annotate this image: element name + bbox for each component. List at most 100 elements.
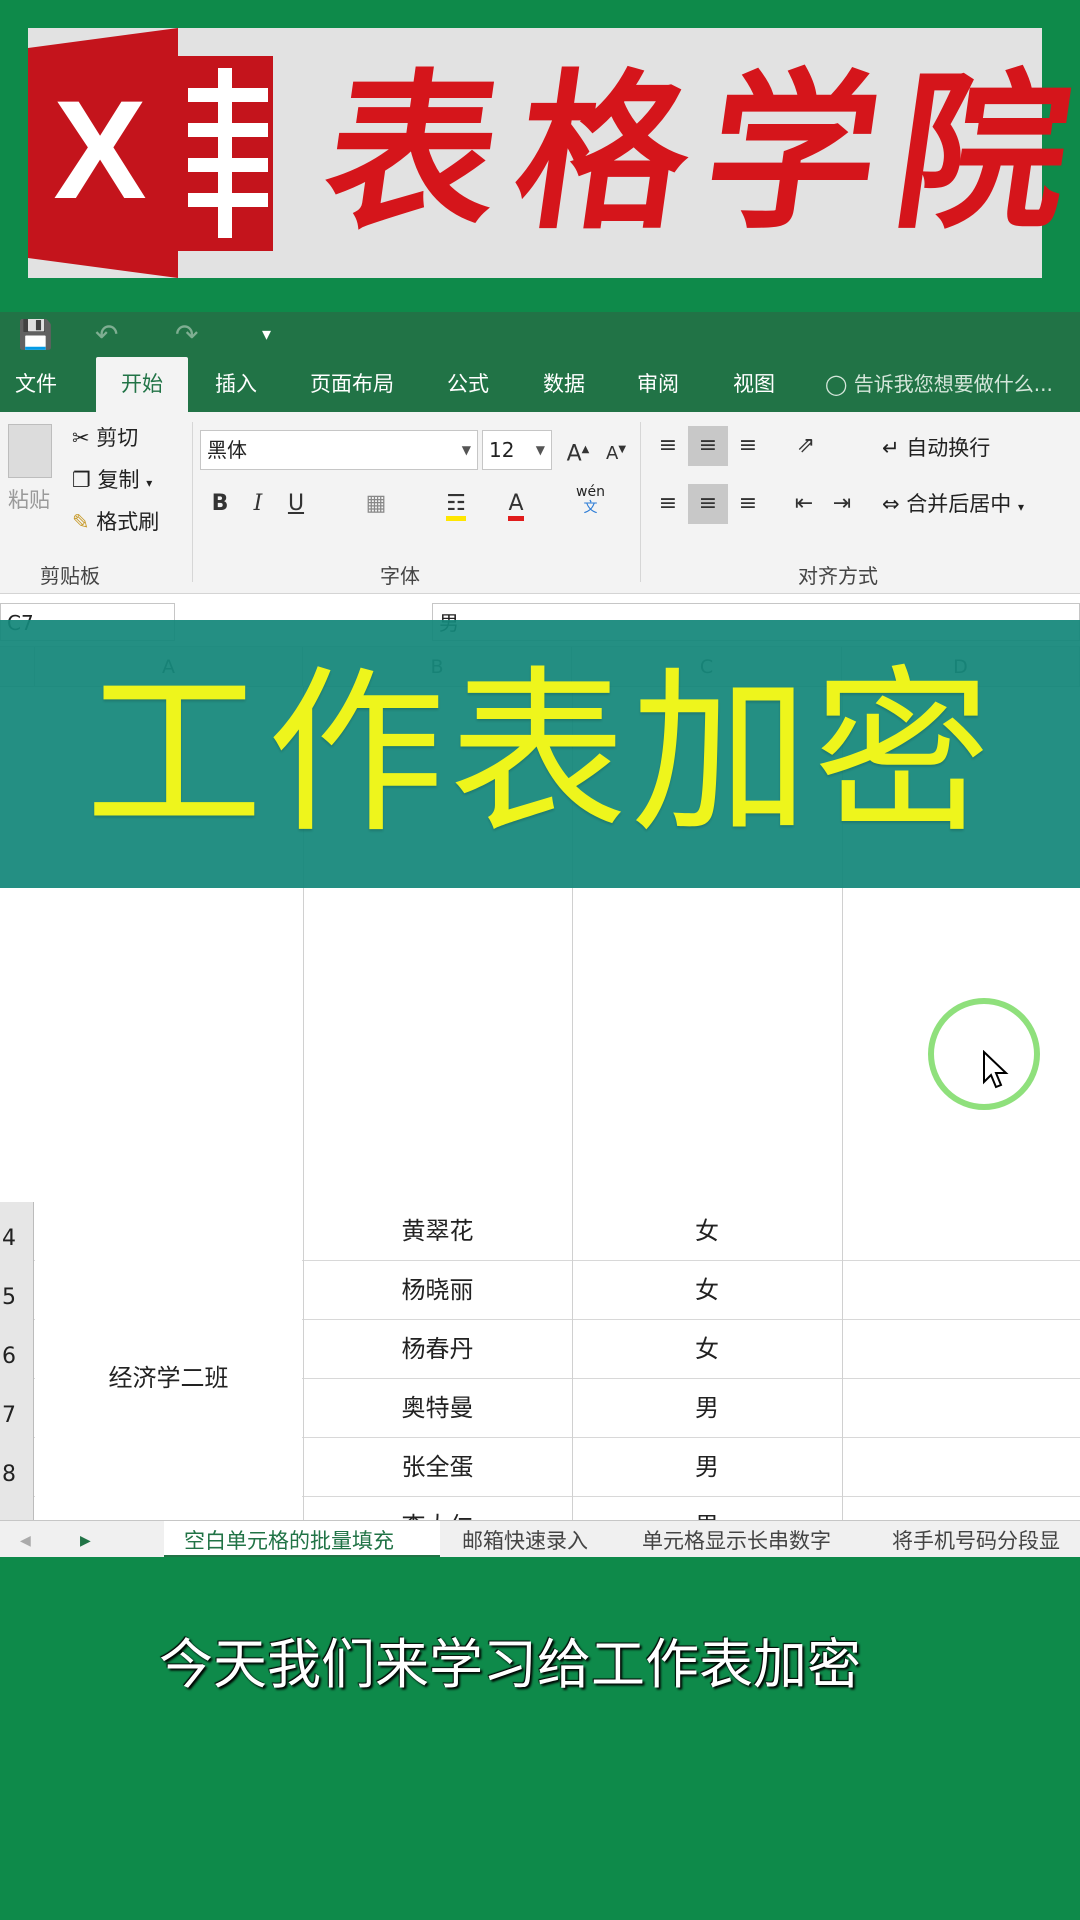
cell-gender[interactable]: 女 — [572, 1320, 842, 1379]
merge-icon: ⇔ — [882, 492, 900, 516]
copy-icon: ❐ — [72, 468, 91, 492]
sheet-tab-phone[interactable]: 将手机号码分段显 — [882, 1521, 1080, 1557]
excel-window: 💾 ↶ ↷ ▾ 文件 开始 插入 页面布局 公式 数据 审阅 视图 ◯ 告诉我您… — [0, 312, 1080, 1557]
cell-name[interactable]: 张全蛋 — [303, 1438, 572, 1497]
scroll-right-icon[interactable]: ▶ — [80, 1521, 120, 1557]
borders-icon[interactable]: ▦ — [356, 484, 396, 524]
cell-gender[interactable]: 男 — [572, 1438, 842, 1497]
cell-gender[interactable]: 女 — [572, 1202, 842, 1261]
merge-center-button[interactable]: ⇔ 合并后居中 ▾ — [882, 488, 1024, 518]
align-middle-icon[interactable]: ≡ — [688, 426, 728, 466]
mouse-cursor-icon — [983, 1050, 1009, 1089]
cell-gender[interactable]: 男 — [572, 1379, 842, 1438]
font-name-value: 黑体 — [207, 438, 247, 462]
quick-access-toolbar: 💾 ↶ ↷ ▾ — [0, 312, 1080, 357]
logo-letter: X — [53, 71, 146, 228]
row-header[interactable]: 4 — [0, 1202, 34, 1261]
phonetic-label: wén — [576, 484, 605, 500]
paste-icon[interactable] — [8, 424, 52, 478]
row-header[interactable]: 6 — [0, 1320, 34, 1379]
cell-name[interactable]: 黄翠花 — [303, 1202, 572, 1261]
copy-button[interactable]: ❐ 复制 ▾ — [72, 464, 152, 494]
brush-icon: ✎ — [72, 510, 90, 534]
merged-class-cell[interactable]: 经济学二班 — [35, 1202, 302, 1555]
class-label: 经济学二班 — [108, 1364, 229, 1392]
row-header[interactable]: 8 — [0, 1438, 34, 1497]
font-size-select[interactable]: 12 ▼ — [482, 430, 552, 470]
topic-title: 工作表加密 — [85, 650, 995, 857]
tab-view[interactable]: 视图 — [718, 357, 790, 412]
scroll-left-icon[interactable]: ◀ — [20, 1521, 60, 1557]
tell-me-box[interactable]: ◯ 告诉我您想要做什么... — [825, 357, 1053, 412]
merge-center-label: 合并后居中 — [906, 492, 1012, 516]
undo-icon[interactable]: ↶ — [95, 318, 118, 351]
cut-button[interactable]: ✂ 剪切 — [72, 422, 138, 452]
font-color-icon[interactable]: A — [496, 484, 536, 524]
fill-color-icon[interactable]: ☶ — [436, 484, 476, 524]
tab-review[interactable]: 审阅 — [622, 357, 694, 412]
lightbulb-icon: ◯ — [825, 372, 848, 396]
font-size-value: 12 — [489, 438, 515, 462]
align-right-icon[interactable]: ≡ — [728, 484, 768, 524]
scissors-icon: ✂ — [72, 426, 90, 450]
underline-button[interactable]: U — [276, 484, 316, 524]
font-name-select[interactable]: 黑体 ▼ — [200, 430, 478, 470]
channel-banner: X 表格学院 — [28, 28, 1080, 278]
align-left-icon[interactable]: ≡ — [648, 484, 688, 524]
row-header[interactable]: 7 — [0, 1379, 34, 1438]
redo-icon[interactable]: ↷ — [175, 318, 198, 351]
bold-button[interactable]: B — [200, 484, 240, 524]
format-painter-button[interactable]: ✎ 格式刷 — [72, 506, 159, 536]
paste-button[interactable]: 粘贴 — [8, 484, 50, 514]
tab-page-layout[interactable]: 页面布局 — [296, 357, 408, 412]
sheet-tab-long-number[interactable]: 单元格显示长串数字 — [632, 1521, 870, 1557]
video-subtitle: 今天我们来学习给工作表加密 — [159, 1633, 861, 1696]
cut-label: 剪切 — [96, 426, 139, 450]
cell-gender[interactable]: 女 — [572, 1261, 842, 1320]
topic-overlay: 工作表加密 — [0, 620, 1080, 888]
ribbon-home: 粘贴 ✂ 剪切 ❐ 复制 ▾ ✎ 格式刷 剪贴板 黑体 ▼ 12 ▼ A▲ A▼ B… — [0, 412, 1080, 594]
save-icon[interactable]: 💾 — [18, 318, 53, 351]
excel-logo-icon: X — [28, 28, 273, 278]
increase-indent-icon[interactable]: ⇥ — [822, 484, 862, 524]
cell-name[interactable]: 杨晓丽 — [303, 1261, 572, 1320]
cell-name[interactable]: 杨春丹 — [303, 1320, 572, 1379]
wrap-text-label: 自动换行 — [906, 436, 991, 460]
align-bottom-icon[interactable]: ≡ — [728, 426, 768, 466]
align-top-icon[interactable]: ≡ — [648, 426, 688, 466]
font-group-label: 字体 — [380, 564, 420, 588]
channel-title: 表格学院 — [313, 53, 1080, 253]
sheet-tab-fill-blank[interactable]: 空白单元格的批量填充 — [164, 1521, 440, 1557]
tab-data[interactable]: 数据 — [528, 357, 600, 412]
italic-button[interactable]: I — [238, 484, 278, 524]
orientation-icon[interactable]: ⇗ — [786, 426, 826, 466]
sheet-tab-email[interactable]: 邮箱快速录入 — [452, 1521, 622, 1557]
row-header[interactable]: 5 — [0, 1261, 34, 1320]
video-frame: X 表格学院 💾 ↶ ↷ ▾ 文件 开始 插入 页面布局 公式 数据 审阅 视图… — [0, 0, 1080, 1920]
clipboard-group-label: 剪贴板 — [40, 564, 100, 588]
chevron-down-icon: ▼ — [535, 443, 545, 457]
ribbon-separator — [640, 422, 641, 582]
decrease-font-icon[interactable]: A▼ — [596, 430, 636, 470]
decrease-indent-icon[interactable]: ⇤ — [784, 484, 824, 524]
align-center-icon[interactable]: ≡ — [688, 484, 728, 524]
customize-toolbar-icon[interactable]: ▾ — [262, 324, 271, 345]
tab-file[interactable]: 文件 — [0, 357, 72, 412]
sheet-tab-bar: ◀ ▶ 空白单元格的批量填充 邮箱快速录入 单元格显示长串数字 将手机号码分段显 — [0, 1520, 1080, 1557]
tab-formulas[interactable]: 公式 — [432, 357, 504, 412]
increase-font-icon[interactable]: A▲ — [558, 430, 598, 470]
wrap-text-button[interactable]: ↵ 自动换行 — [882, 432, 990, 462]
tell-me-text: 告诉我您想要做什么... — [853, 372, 1053, 396]
chevron-down-icon: ▼ — [461, 443, 471, 457]
ribbon-separator — [192, 422, 193, 582]
phonetic-char: 文 — [583, 500, 598, 516]
tab-insert[interactable]: 插入 — [200, 357, 272, 412]
ribbon-tabs: 文件 开始 插入 页面布局 公式 数据 审阅 视图 ◯ 告诉我您想要做什么... — [0, 357, 1080, 412]
cell-name[interactable]: 奥特曼 — [303, 1379, 572, 1438]
tab-home[interactable]: 开始 — [96, 357, 188, 412]
alignment-group-label: 对齐方式 — [798, 564, 878, 588]
wrap-text-icon: ↵ — [882, 436, 900, 460]
phonetic-guide-button[interactable]: wén 文 — [576, 484, 605, 516]
copy-label: 复制 — [97, 468, 140, 492]
format-painter-label: 格式刷 — [96, 510, 160, 534]
